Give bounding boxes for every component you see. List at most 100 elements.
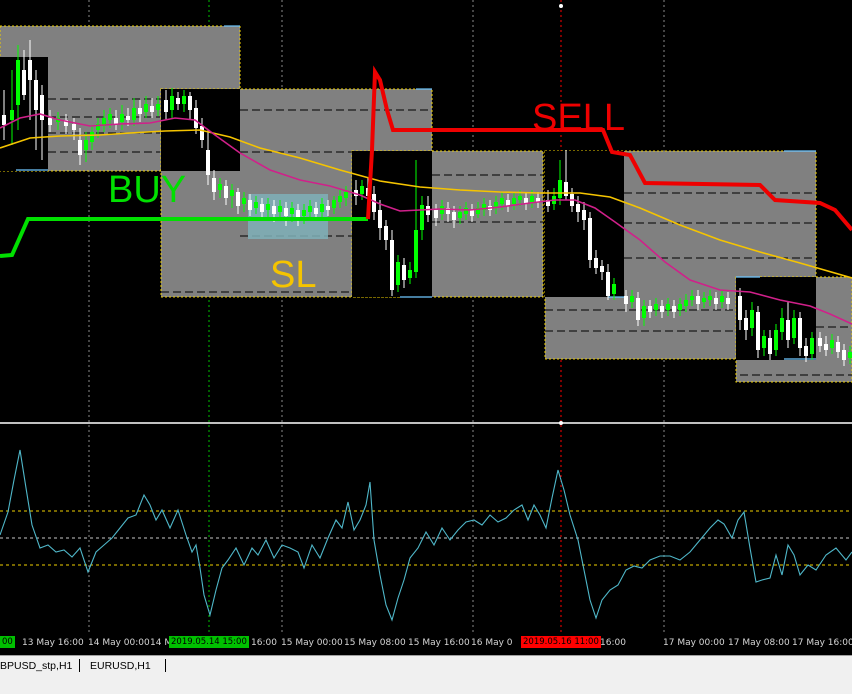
candle-body: [708, 296, 712, 300]
candle-body: [402, 265, 406, 280]
candle-body: [40, 95, 44, 120]
candle-body: [260, 204, 264, 212]
candle-body: [390, 240, 394, 290]
candle-body: [16, 60, 20, 105]
red-marker-dot-top: [559, 4, 563, 8]
candle-body: [150, 106, 154, 112]
candle-body: [512, 198, 516, 204]
candle-body: [762, 336, 766, 348]
candle-body: [750, 310, 754, 328]
candle-body: [768, 338, 772, 354]
candle-body: [666, 304, 670, 310]
candle-body: [224, 186, 228, 198]
candle-body: [182, 96, 186, 104]
candle-body: [452, 212, 456, 220]
candle-body: [302, 210, 306, 216]
candle-body: [818, 338, 822, 346]
candle-body: [714, 298, 718, 304]
candle-body: [378, 210, 382, 228]
candle-body: [606, 272, 610, 296]
candle-body: [558, 180, 562, 198]
tab-gbpusd[interactable]: BPUSD_stp,H1: [0, 658, 78, 674]
chart-tab-bar: BPUSD_stp,H1 EURUSD,H1: [0, 655, 852, 694]
candle-body: [108, 114, 112, 120]
candle-body: [720, 296, 724, 302]
candle-body: [744, 318, 748, 330]
time-edge-tag: 00: [0, 636, 15, 648]
candle-body: [408, 270, 412, 278]
candle-body: [500, 198, 504, 204]
candle-body: [798, 318, 802, 348]
candle-body: [530, 196, 534, 202]
candle-body: [464, 208, 468, 214]
candle-body: [738, 296, 742, 320]
candle-body: [266, 204, 270, 210]
time-cursor-tag-red: 2019.05.16 11:00: [521, 636, 601, 648]
candle-body: [314, 208, 318, 214]
candle-body: [630, 296, 634, 302]
time-label: 17 May 08:00: [728, 638, 790, 648]
candle-body: [726, 298, 730, 304]
candle-body: [248, 200, 252, 210]
time-label: 15 May 16:00: [408, 638, 470, 648]
candle-body: [254, 202, 258, 208]
candle-body: [188, 96, 192, 110]
candle-body: [588, 218, 592, 260]
candle-body: [842, 350, 846, 360]
time-label: 16:00: [600, 638, 626, 648]
candle-body: [564, 182, 568, 196]
candle-body: [22, 70, 26, 95]
candle-body: [774, 330, 778, 350]
candle-body: [600, 266, 604, 272]
candle-body: [360, 186, 364, 194]
candle-body: [2, 115, 6, 125]
candle-body: [786, 320, 790, 340]
candle-body: [144, 104, 148, 112]
candle-body: [836, 342, 840, 352]
candle-body: [642, 306, 646, 318]
candle-body: [654, 304, 658, 310]
tab-eurusd[interactable]: EURUSD,H1: [84, 658, 157, 674]
candle-body: [278, 206, 282, 212]
candle-body: [170, 96, 174, 110]
candle-body: [830, 340, 834, 348]
candle-body: [804, 346, 808, 356]
candle-body: [648, 306, 652, 312]
candle-body: [176, 98, 180, 104]
candle-body: [212, 178, 216, 192]
price-chart[interactable]: BUY SELL SL: [0, 0, 852, 655]
candle-body: [218, 184, 222, 190]
candle-body: [296, 210, 300, 218]
candle-body: [320, 204, 324, 212]
candle-body: [48, 118, 52, 125]
time-cursor-tag-green: 2019.05.14 15:00: [169, 636, 249, 648]
candle-body: [290, 208, 294, 214]
candle-body: [702, 298, 706, 302]
candle-body: [156, 104, 160, 110]
candle-body: [582, 210, 586, 220]
candle-body: [660, 306, 664, 312]
candle-body: [810, 338, 814, 354]
candle-body: [420, 205, 424, 230]
candle-body: [120, 114, 124, 122]
candle-body: [470, 210, 474, 216]
buy-annotation: BUY: [108, 169, 186, 211]
time-axis: 00 13 May 16:00 14 May 00:00 14 M 2019.0…: [0, 634, 852, 655]
time-label: 13 May 16:00: [22, 638, 84, 648]
candle-body: [792, 318, 796, 338]
candle-body: [272, 206, 276, 214]
candle-body: [678, 304, 682, 310]
candle-body: [684, 300, 688, 306]
candle-body: [332, 200, 336, 208]
time-label: 17 May 00:00: [663, 638, 725, 648]
candle-body: [194, 108, 198, 128]
candle-body: [114, 118, 118, 124]
candle-body: [696, 296, 700, 304]
candle-body: [236, 192, 240, 206]
time-label: 15 May 00:00: [281, 638, 343, 648]
red-marker-dot: [559, 421, 563, 425]
candle-body: [344, 192, 348, 198]
candle-body: [242, 198, 246, 204]
candle-body: [28, 60, 32, 80]
candle-body: [824, 344, 828, 350]
